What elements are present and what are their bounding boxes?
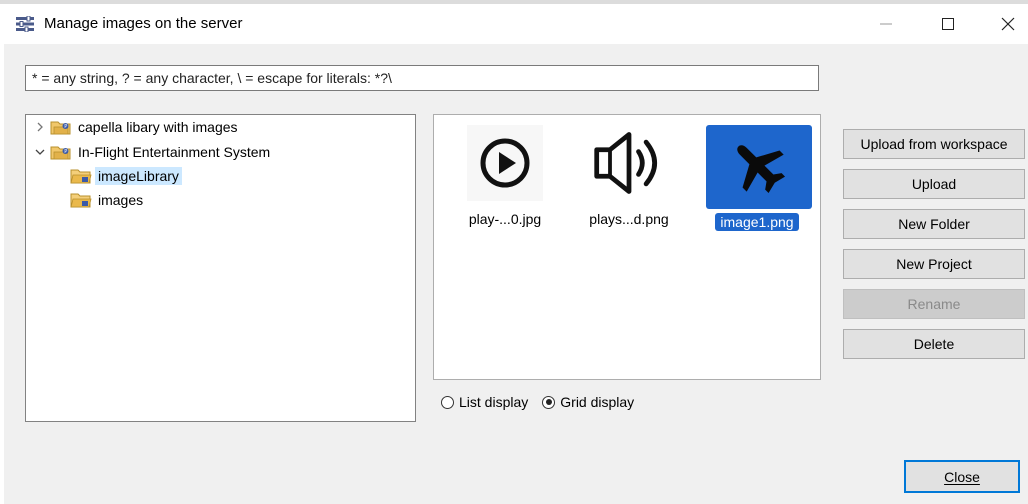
tree-item-images[interactable]: images <box>70 189 143 211</box>
tree-item-label: imageLibrary <box>95 167 182 185</box>
grid-display-radio[interactable]: Grid display <box>542 394 634 410</box>
close-button-label: Close <box>944 468 980 485</box>
tree-item-in-flight-system[interactable]: P In-Flight Entertainment System <box>34 141 270 163</box>
window-title: Manage images on the server <box>44 15 243 32</box>
chevron-down-icon[interactable] <box>34 146 46 158</box>
grid-item-caption-text: image1.png <box>715 213 799 231</box>
tree-item-capella-library[interactable]: P capella libary with images <box>34 116 238 138</box>
grid-item-caption: play-...0.jpg <box>468 211 542 227</box>
rename-button[interactable]: Rename <box>843 289 1025 319</box>
grid-item-caption: plays...d.png <box>589 211 669 227</box>
delete-button[interactable]: Delete <box>843 329 1025 359</box>
radio-circle[interactable] <box>441 395 454 409</box>
new-folder-button[interactable]: New Folder <box>843 209 1025 239</box>
maximize-icon <box>942 18 954 30</box>
close-icon <box>1001 17 1015 31</box>
manage-images-icon <box>16 16 34 32</box>
close-button[interactable]: Close <box>904 460 1020 493</box>
open-folder-icon <box>70 169 92 184</box>
project-folder-icon: P <box>50 146 71 160</box>
list-display-radio[interactable]: List display <box>441 394 528 410</box>
open-folder-icon <box>70 193 92 208</box>
svg-text:P: P <box>64 124 67 130</box>
grid-item-image1-png[interactable]: image1.png <box>704 125 812 235</box>
grid-item-play-jpg[interactable]: play-...0.jpg <box>452 125 558 235</box>
airplane-icon <box>737 145 786 194</box>
image-grid[interactable]: play-...0.jpg plays...d.png image1.png <box>433 114 821 380</box>
minimize-icon <box>880 23 892 25</box>
upload-button[interactable]: Upload <box>843 169 1025 199</box>
tree-item-label: images <box>98 192 144 208</box>
filter-input[interactable]: * = any string, ? = any character, \ = e… <box>25 65 819 91</box>
upload-from-workspace-button[interactable]: Upload from workspace <box>843 129 1025 159</box>
radio-label: Grid display <box>560 394 635 410</box>
radio-label: List display <box>459 394 529 410</box>
new-project-button[interactable]: New Project <box>843 249 1025 279</box>
tree-item-label: In-Flight Entertainment System <box>78 144 271 160</box>
title-bar[interactable]: Manage images on the server <box>4 4 1028 44</box>
grid-item-plays-png[interactable]: plays...d.png <box>576 125 682 235</box>
minimize-button[interactable] <box>860 4 912 44</box>
svg-text:P: P <box>64 149 67 155</box>
speaker-icon <box>594 132 658 194</box>
maximize-button[interactable] <box>922 4 974 44</box>
radio-circle[interactable] <box>542 395 556 409</box>
play-circle-icon <box>480 138 530 188</box>
project-folder-icon: P <box>50 121 71 135</box>
grid-item-caption: image1.png <box>704 213 810 231</box>
display-mode-group: List display Grid display <box>441 394 648 410</box>
chevron-right-icon[interactable] <box>34 121 46 133</box>
tree-item-imagelibrary[interactable]: imageLibrary <box>70 165 182 187</box>
dialog-body: * = any string, ? = any character, \ = e… <box>4 44 1028 504</box>
close-window-button[interactable] <box>982 4 1028 44</box>
tree-item-label: capella libary with images <box>78 119 238 135</box>
project-tree[interactable]: P capella libary with images P In-Flight… <box>25 114 416 422</box>
